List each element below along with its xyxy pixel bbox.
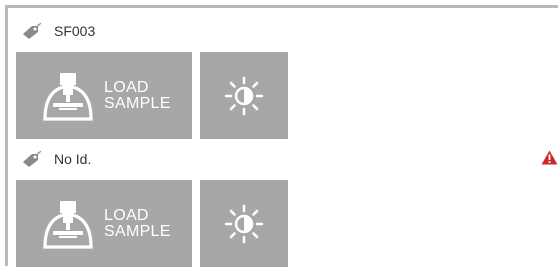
load-label-line1: LOAD	[104, 78, 149, 96]
tag-icon	[23, 23, 42, 39]
load-label-line1: LOAD	[104, 206, 149, 224]
sample-id: SF003	[54, 23, 96, 39]
sample-header: SF003	[20, 18, 95, 44]
load-sample-button[interactable]: LOAD SAMPLE	[16, 180, 192, 267]
load-sample-label: LOAD SAMPLE	[104, 78, 171, 112]
sample-load-icon	[43, 200, 93, 249]
load-label-line2: SAMPLE	[104, 94, 171, 112]
warning-icon	[541, 150, 558, 165]
light-button[interactable]	[200, 52, 288, 139]
load-sample-label: LOAD SAMPLE	[104, 206, 171, 240]
sample-id: No Id.	[54, 151, 92, 167]
load-sample-button[interactable]: LOAD SAMPLE	[16, 52, 192, 139]
sample-list-panel: SF003 LOAD SAMPLE No Id. LOAD SAMPLE	[5, 5, 558, 267]
brightness-icon	[224, 204, 264, 243]
sample-load-icon	[43, 72, 93, 121]
sample-header: No Id.	[20, 146, 91, 172]
light-button[interactable]	[200, 180, 288, 267]
tag-icon	[23, 151, 42, 167]
load-label-line2: SAMPLE	[104, 222, 171, 240]
brightness-icon	[224, 76, 264, 115]
